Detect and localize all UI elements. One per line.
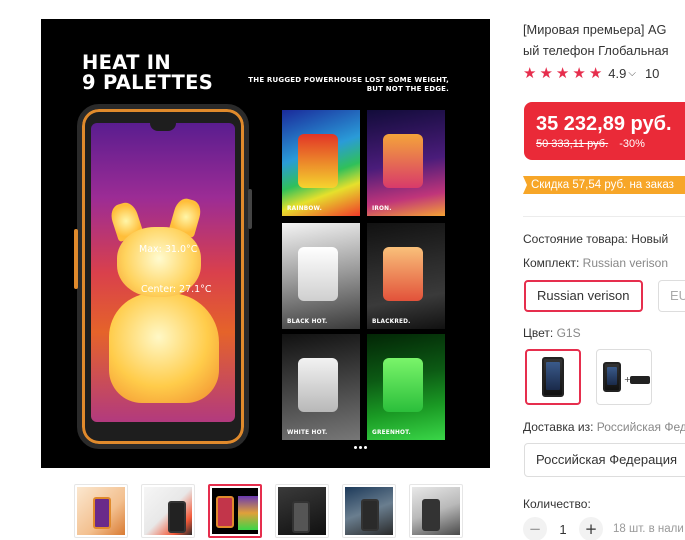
product-title-line-1: [Мировая премьера] AG: [523, 22, 667, 37]
phone-thumbnail: [542, 357, 564, 397]
phone-power-button: [248, 189, 252, 229]
stock-availability: 18 шт. в нали: [613, 523, 684, 535]
rating-stars: ★ ★ ★ ★ ★: [523, 65, 602, 81]
price-box: 35 232,89 руб. 50 333,11 руб. -30%: [524, 102, 685, 160]
star-icon: ★: [539, 64, 553, 82]
color-label: Цвет:: [523, 326, 554, 340]
thermal-screen: Max: 31.0°C Center: 27.1°C: [91, 123, 235, 422]
quantity-decrease-button[interactable]: −: [523, 517, 547, 540]
quantity-stepper: − 1 + 18 шт. в нали: [523, 517, 684, 540]
palette-label: RAINBOW.: [287, 206, 323, 212]
product-title-line-2: ый телефон Глобальная: [523, 43, 669, 58]
ship-from-value: Российская Фед: [596, 420, 685, 434]
color-value: G1S: [556, 326, 581, 340]
phone-thumbnail: [603, 362, 621, 392]
thermal-dog-figure: [103, 193, 233, 413]
thumbnail[interactable]: [208, 484, 262, 538]
palette-label: IRON.: [372, 206, 392, 212]
current-price: 35 232,89 руб.: [536, 113, 672, 135]
promo-coupon-banner[interactable]: Скидка 57,54 руб. на заказ: [523, 176, 685, 194]
accessory-thumbnail: [630, 376, 650, 384]
subline-line-1: THE RUGGED POWERHOUSE LOST SOME WEIGHT,: [248, 76, 449, 84]
thumbnail[interactable]: [141, 484, 195, 538]
condition-value: Новый: [631, 232, 669, 246]
thumbnail[interactable]: [275, 484, 329, 538]
color-row: Цвет: G1S: [523, 326, 581, 340]
image-subline: THE RUGGED POWERHOUSE LOST SOME WEIGHT, …: [219, 76, 449, 94]
palette-label: BLACKRED.: [372, 319, 411, 325]
palette-label: GREENHOT.: [372, 430, 411, 436]
kit-option-eu[interactable]: EU: [658, 280, 685, 312]
max-temp-readout: Max: 31.0°C: [139, 244, 198, 255]
ship-from-option-russia[interactable]: Российская Федерация: [524, 443, 685, 477]
ship-from-label: Доставка из:: [523, 420, 594, 434]
kit-option-russian-version[interactable]: Russian verison: [524, 280, 643, 312]
palette-blackred: BLACKRED.: [367, 223, 445, 329]
center-temp-readout: Center: 27.1°C: [141, 284, 212, 295]
thumbnail[interactable]: [74, 484, 128, 538]
headline-line-1: HEAT IN: [82, 51, 171, 74]
kit-value: Russian verison: [582, 256, 669, 270]
condition-row: Состояние товара: Новый: [523, 232, 668, 246]
kit-label: Комплект:: [523, 256, 580, 270]
thumbnail[interactable]: [342, 484, 396, 538]
headline-line-2: 9 PALETTES: [82, 71, 214, 94]
palette-iron: IRON.: [367, 110, 445, 216]
product-title: [Мировая премьера] AG ый телефон Глобаль…: [523, 19, 685, 61]
color-option-g1s[interactable]: [525, 349, 581, 405]
palette-white-hot: WHITE HOT.: [282, 334, 360, 440]
condition-label: Состояние товара:: [523, 232, 628, 246]
image-headline: HEAT IN 9 PALETTES: [82, 53, 213, 93]
palette-label: BLACK HOT.: [287, 319, 328, 325]
divider: [523, 216, 685, 217]
star-icon: ★: [555, 64, 570, 82]
old-price: 50 333,11 руб.: [536, 138, 609, 150]
color-option-bundle[interactable]: +: [596, 349, 652, 405]
thumbnail-strip: [74, 484, 463, 538]
palette-label: WHITE HOT.: [287, 430, 328, 436]
star-icon: ★: [523, 64, 537, 82]
rating-row[interactable]: ★ ★ ★ ★ ★ 4.9 ⌵ 10: [523, 65, 659, 81]
palette-greenhot: GREENHOT.: [367, 334, 445, 440]
subline-line-2: BUT NOT THE EDGE.: [366, 85, 449, 93]
chevron-down-icon[interactable]: ⌵: [628, 68, 636, 79]
quantity-increase-button[interactable]: +: [579, 517, 603, 540]
discount-badge: -30%: [619, 138, 645, 150]
ship-from-row: Доставка из: Российская Фед: [523, 420, 685, 434]
camera-notch: [150, 123, 176, 131]
phone-side-button: [74, 229, 78, 289]
quantity-label: Количество:: [523, 497, 591, 511]
quantity-value[interactable]: 1: [547, 522, 579, 537]
product-main-image[interactable]: HEAT IN 9 PALETTES THE RUGGED POWERHOUSE…: [41, 19, 490, 468]
palette-black-hot: BLACK HOT.: [282, 223, 360, 329]
phone-illustration: Max: 31.0°C Center: 27.1°C: [74, 104, 252, 449]
palette-rainbow: RAINBOW.: [282, 110, 360, 216]
more-dots-icon: [354, 446, 367, 449]
star-icon: ★: [588, 64, 603, 82]
rating-value: 4.9: [608, 65, 627, 81]
review-count[interactable]: 10: [645, 66, 659, 81]
thumbnail[interactable]: [409, 484, 463, 538]
star-icon: ★: [572, 64, 586, 82]
kit-row: Комплект: Russian verison: [523, 256, 668, 270]
